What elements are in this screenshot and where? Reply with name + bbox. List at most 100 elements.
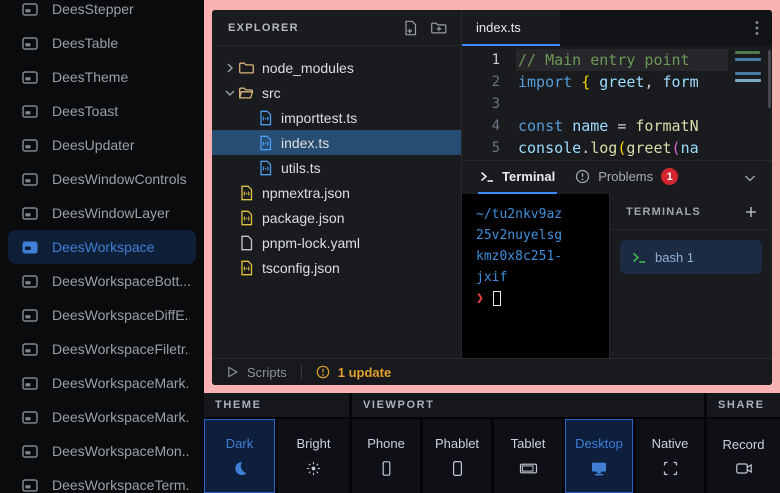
sidebar-item-deestoast[interactable]: DeesToast [8,94,196,128]
terminals-title: TERMINALS [626,206,744,218]
tree-item-utils-ts[interactable]: utils.ts [212,155,461,180]
component-icon [22,275,38,288]
sidebar-item-label: DeesTable [52,35,118,51]
tablet-icon [519,460,538,477]
folder-icon [238,60,254,76]
new-terminal-icon[interactable] [744,205,758,219]
line-number: 5 [462,137,516,159]
minimap-line [735,58,761,61]
component-icon [22,411,38,424]
sidebar-item-deestable[interactable]: DeesTable [8,26,196,60]
terminals-list: bash 1 [610,230,772,274]
explorer-panel: EXPLORER node_modulessrcimporttest.tsind… [212,10,462,358]
sidebar-item-label: DeesWindowControls [52,171,187,187]
explorer-header: EXPLORER [212,10,461,46]
sidebar-item-deesworkspace[interactable]: DeesWorkspace [8,230,196,264]
component-icon [22,377,38,390]
folder-icon [238,85,254,101]
toolbar-button-phone[interactable]: Phone [352,419,420,493]
file-icon [238,235,254,251]
terminal-line: jxif [476,267,605,288]
panel-tab-terminal[interactable]: Terminal [478,161,557,194]
new-folder-icon[interactable] [430,20,447,36]
new-file-icon[interactable] [403,20,418,36]
tree-item-pnpm-lock-yaml[interactable]: pnpm-lock.yaml [212,230,461,255]
chevron-down-icon [222,85,238,101]
tree-item-importtest-ts[interactable]: importtest.ts [212,105,461,130]
sidebar-item-deesworkspacefiletr[interactable]: DeesWorkspaceFiletr... [8,332,196,366]
workspace-main: EXPLORER node_modulessrcimporttest.tsind… [212,10,772,358]
terminals-panel: TERMINALS bash 1 [610,194,772,358]
scripts-button[interactable]: Scripts [226,365,287,380]
tab-index-ts[interactable]: index.ts [462,10,560,46]
toolbar-button-bright[interactable]: Bright [278,419,349,493]
tree-item-label: npmextra.json [262,185,350,201]
code-text: // Main entry point [516,49,728,71]
panel-collapse-icon[interactable] [742,161,758,194]
toolbar-button-desktop[interactable]: Desktop [565,419,633,493]
toolbar-button-phablet[interactable]: Phablet [423,419,491,493]
code-line: 2import { greet, form [462,71,772,93]
json-file-icon [238,185,254,201]
panel-body: ~/tu2nkv9az25v2nuyelsgkmz0x8c251-jxif❯ T… [462,194,772,358]
json-file-icon [238,210,254,226]
terminal-session-bash-1[interactable]: bash 1 [620,240,762,274]
sidebar-item-deesworkspaceterm[interactable]: DeesWorkspaceTerm... [8,468,196,493]
panel-tab-problems[interactable]: Problems1 [573,161,680,194]
sidebar-item-deeswindowcontrols[interactable]: DeesWindowControls [8,162,196,196]
minimap-line [735,79,761,82]
code-line: 1// Main entry point [462,49,772,71]
toolbar-button-native[interactable]: Native [636,419,704,493]
tree-item-package-json[interactable]: package.json [212,205,461,230]
sidebar-item-deesworkspacebott[interactable]: DeesWorkspaceBott... [8,264,196,298]
record-icon [735,461,753,476]
tree-item-npmextra-json[interactable]: npmextra.json [212,180,461,205]
sidebar-item-label: DeesWorkspaceBott... [52,273,190,289]
minimap-line [735,51,760,54]
toolbar-cells: Dark Bright PhonePhablet Tablet DesktopNativ… [204,419,780,493]
component-icon [22,71,38,84]
terminal-line: 25v2nuyelsg [476,225,605,246]
minimap[interactable] [735,51,765,82]
toolbar-section-title-share: SHARE [707,393,780,417]
editor-column: index.ts 1// Main entry point2import { g… [462,10,772,358]
sidebar-item-deesupdater[interactable]: DeesUpdater [8,128,196,162]
sidebar-item-deesworkspacemark[interactable]: DeesWorkspaceMark... [8,366,196,400]
tree-item-src[interactable]: src [212,80,461,105]
update-button[interactable]: 1 update [316,365,391,380]
more-actions-icon[interactable] [755,10,772,46]
toolbar-button-label: Bright [297,436,331,451]
tree-item-node-modules[interactable]: node_modules [212,55,461,80]
component-icon [22,139,38,152]
explorer-title: EXPLORER [228,22,403,34]
component-icon [22,173,38,186]
sidebar-item-deesstepper[interactable]: DeesStepper [8,0,196,26]
editor-scrollbar[interactable] [768,50,771,108]
story-toolbar: THEMEVIEWPORTSHARE DarkBrightPhonePhable… [204,393,780,493]
tree-item-tsconfig-json[interactable]: tsconfig.json [212,255,461,280]
code-editor[interactable]: 1// Main entry point2import { greet, for… [462,46,772,160]
desktop-icon [590,460,608,477]
toolbar-section-viewport: PhonePhablet Tablet DesktopNative [352,419,704,493]
toolbar-button-dark[interactable]: Dark [204,419,275,493]
terminal-icon [632,251,646,264]
sidebar-item-deestheme[interactable]: DeesTheme [8,60,196,94]
scripts-label: Scripts [247,365,287,380]
toolbar-button-tablet[interactable]: Tablet [494,419,562,493]
sidebar-item-deesworkspacediffe[interactable]: DeesWorkspaceDiffE... [8,298,196,332]
terminal-output[interactable]: ~/tu2nkv9az25v2nuyelsgkmz0x8c251-jxif❯ [462,194,610,358]
sidebar-item-deesworkspacemon[interactable]: DeesWorkspaceMon... [8,434,196,468]
tree-item-label: tsconfig.json [262,260,340,276]
component-icon [22,207,38,220]
sidebar-item-deeswindowlayer[interactable]: DeesWindowLayer [8,196,196,230]
line-number: 3 [462,93,516,115]
sidebar-item-deesworkspacemark[interactable]: DeesWorkspaceMark... [8,400,196,434]
terminal-line: ~/tu2nkv9az [476,204,605,225]
component-icon [22,105,38,118]
toolbar-button-record[interactable]: Record [707,419,780,493]
toolbar-button-label: Tablet [511,436,546,451]
sidebar-item-label: DeesWorkspaceMon... [52,443,190,459]
tree-item-index-ts[interactable]: index.ts [212,130,461,155]
panel-tabbar: Terminal Problems1 [462,160,772,194]
code-text: const name = formatN [516,115,728,137]
